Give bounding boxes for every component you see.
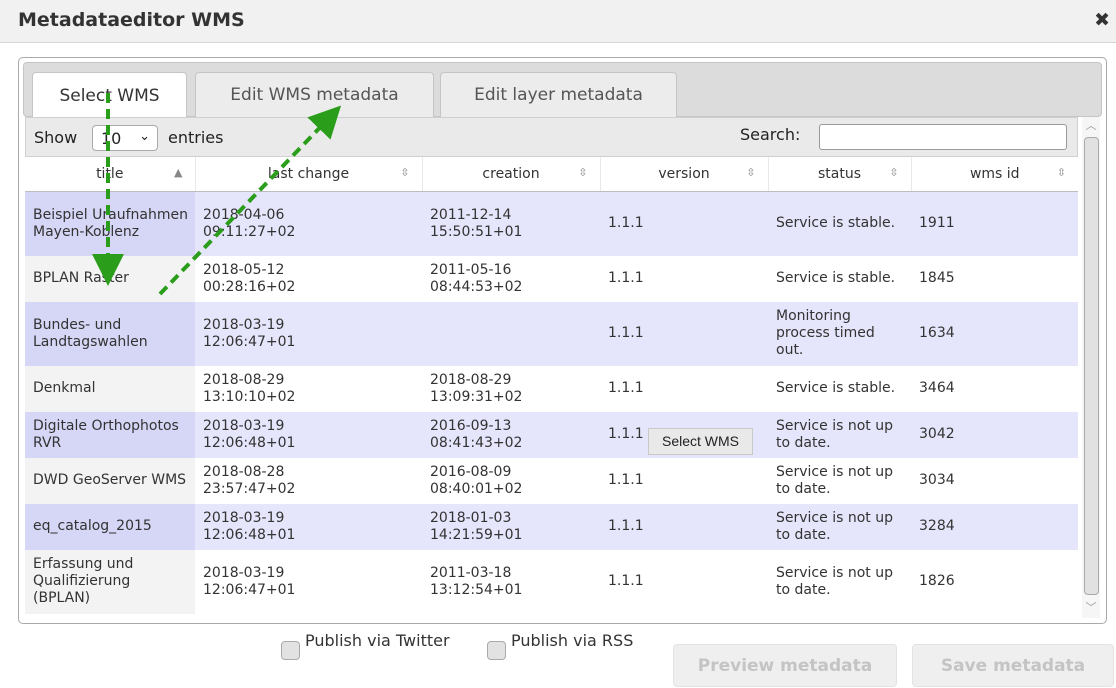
cell-creation: 2011-05-16 08:44:53+02 bbox=[422, 255, 600, 302]
tab-edit-wms-metadata[interactable]: Edit WMS metadata bbox=[195, 72, 434, 117]
sort-icon: ⇳ bbox=[400, 166, 410, 179]
cell-title: eq_catalog_2015 bbox=[25, 503, 195, 550]
entries-select[interactable]: 10 ⌄ bbox=[92, 125, 158, 151]
column-header-version[interactable]: version ⇳ bbox=[599, 157, 768, 192]
table-row[interactable]: Bundes- und Landtagswahlen 2018-03-19 12:0… bbox=[25, 301, 1078, 366]
cell-wms-id: 3034 bbox=[911, 457, 1078, 504]
cell-wms-id: 3042 bbox=[911, 411, 1078, 458]
column-header-status[interactable]: status ⇳ bbox=[767, 157, 911, 192]
cell-status: Monitoring process timed out. bbox=[768, 301, 911, 366]
entries-label: entries bbox=[168, 128, 224, 147]
cell-version: 1.1.1 bbox=[600, 503, 768, 550]
column-header-last-change[interactable]: last change ⇳ bbox=[194, 157, 422, 192]
cell-wms-id: 1911 bbox=[911, 191, 1078, 256]
close-icon[interactable]: ✖ bbox=[1094, 9, 1110, 31]
cell-wms-id: 3284 bbox=[911, 503, 1078, 550]
cell-status: Service is stable. bbox=[768, 255, 911, 302]
column-header-creation[interactable]: creation ⇳ bbox=[421, 157, 600, 192]
preview-metadata-button[interactable]: Preview metadata bbox=[673, 644, 897, 687]
cell-version: 1.1.1 bbox=[600, 191, 768, 256]
cell-status: Service is not up to date. bbox=[768, 411, 911, 458]
cell-wms-id: 1845 bbox=[911, 255, 1078, 302]
tab-bar: Select WMS Edit WMS metadata Edit layer … bbox=[23, 62, 1102, 118]
sort-asc-icon: ▲ bbox=[174, 166, 183, 179]
cell-creation: 2011-03-18 13:12:54+01 bbox=[422, 549, 600, 614]
sort-icon: ⇳ bbox=[889, 166, 899, 179]
cell-creation: 2016-09-13 08:41:43+02 bbox=[422, 411, 600, 458]
cell-status: Service is not up to date. bbox=[768, 549, 911, 614]
cell-creation: 2011-12-14 15:50:51+01 bbox=[422, 191, 600, 256]
cell-title: Beispiel Uraufnahmen Mayen-Koblenz bbox=[25, 191, 195, 256]
cell-last-change: 2018-05-12 00:28:16+02 bbox=[195, 255, 422, 302]
table-row[interactable]: BPLAN Raster 2018-05-12 00:28:16+02 2011-05… bbox=[25, 255, 1078, 302]
show-label: Show bbox=[34, 128, 78, 147]
table-controls: Show 10 ⌄ entries Search: bbox=[25, 117, 1078, 157]
table-scrollbar[interactable]: ︿ ﹀ bbox=[1082, 117, 1100, 618]
cell-version: 1.1.1 bbox=[600, 457, 768, 504]
dialog-title: Metadataeditor WMS bbox=[18, 9, 245, 31]
cell-wms-id: 1634 bbox=[911, 301, 1078, 366]
scroll-up-icon[interactable]: ︿ bbox=[1082, 117, 1100, 135]
cell-status: Service is not up to date. bbox=[768, 457, 911, 504]
cell-version: 1.1.1 bbox=[600, 549, 768, 614]
sort-icon: ⇳ bbox=[578, 166, 588, 179]
cell-last-change: 2018-08-29 13:10:10+02 bbox=[195, 365, 422, 412]
cell-last-change: 2018-08-28 23:57:47+02 bbox=[195, 457, 422, 504]
column-header-title[interactable]: title ▲ bbox=[25, 157, 195, 192]
cell-version: 1.1.1 bbox=[600, 301, 768, 366]
tab-select-wms[interactable]: Select WMS bbox=[32, 72, 187, 118]
wms-table: title ▲ last change ⇳ creation ⇳ version ⇳ s… bbox=[25, 157, 1078, 614]
select-wms-panel: Show 10 ⌄ entries Search: title ▲ last ch… bbox=[25, 117, 1078, 618]
save-metadata-button[interactable]: Save metadata bbox=[912, 644, 1114, 687]
cell-last-change: 2018-03-19 12:06:47+01 bbox=[195, 301, 422, 366]
search-input[interactable] bbox=[819, 124, 1067, 150]
cell-title: Digitale Orthophotos RVR bbox=[25, 411, 195, 458]
column-header-wms-id[interactable]: wms id ⇳ bbox=[910, 157, 1078, 192]
cell-status: Service is stable. bbox=[768, 191, 911, 256]
cell-creation: 2016-08-09 08:40:01+02 bbox=[422, 457, 600, 504]
tab-edit-layer-metadata[interactable]: Edit layer metadata bbox=[440, 72, 677, 117]
cell-last-change: 2018-03-19 12:06:48+01 bbox=[195, 503, 422, 550]
cell-title: Denkmal bbox=[25, 365, 195, 412]
sort-icon: ⇳ bbox=[1056, 166, 1066, 179]
cell-title: Bundes- und Landtagswahlen bbox=[25, 301, 195, 366]
publish-rss-label: Publish via RSS bbox=[511, 631, 634, 650]
table-row[interactable]: Denkmal 2018-08-29 13:10:10+02 2018-08-29 13… bbox=[25, 365, 1078, 412]
cell-last-change: 2018-03-19 12:06:47+01 bbox=[195, 549, 422, 614]
search-label: Search: bbox=[740, 125, 801, 144]
dialog-titlebar: Metadataeditor WMS ✖ bbox=[0, 0, 1116, 43]
cell-title: BPLAN Raster bbox=[25, 255, 195, 302]
tooltip: Select WMS bbox=[648, 428, 753, 455]
cell-wms-id: 3464 bbox=[911, 365, 1078, 412]
table-row[interactable]: Digitale Orthophotos RVR 2018-03-19 12:06:… bbox=[25, 411, 1078, 458]
publish-rss-checkbox[interactable] bbox=[487, 641, 506, 660]
scroll-thumb[interactable] bbox=[1084, 137, 1099, 595]
cell-status: Service is stable. bbox=[768, 365, 911, 412]
table-row[interactable]: eq_catalog_2015 2018-03-19 12:06:48+01 2018… bbox=[25, 503, 1078, 550]
cell-last-change: 2018-04-06 09:11:27+02 bbox=[195, 191, 422, 256]
cell-title: Erfassung und Qualifizierung (BPLAN) bbox=[25, 549, 195, 614]
cell-creation: 2018-01-03 14:21:59+01 bbox=[422, 503, 600, 550]
cell-creation: 2018-08-29 13:09:31+02 bbox=[422, 365, 600, 412]
scroll-down-icon[interactable]: ﹀ bbox=[1082, 599, 1100, 617]
cell-title: DWD GeoServer WMS bbox=[25, 457, 195, 504]
cell-creation bbox=[422, 301, 600, 366]
chevron-down-icon: ⌄ bbox=[139, 129, 150, 144]
cell-status: Service is not up to date. bbox=[768, 503, 911, 550]
table-row[interactable]: DWD GeoServer WMS 2018-08-28 23:57:47+02 20… bbox=[25, 457, 1078, 504]
sort-icon: ⇳ bbox=[746, 166, 756, 179]
table-row[interactable]: Erfassung und Qualifizierung (BPLAN) 2018… bbox=[25, 549, 1078, 614]
tab-widget: Select WMS Edit WMS metadata Edit layer … bbox=[18, 57, 1107, 624]
cell-last-change: 2018-03-19 12:06:48+01 bbox=[195, 411, 422, 458]
table-row[interactable]: Beispiel Uraufnahmen Mayen-Koblenz 2018-0… bbox=[25, 191, 1078, 256]
cell-wms-id: 1826 bbox=[911, 549, 1078, 614]
cell-version: 1.1.1 bbox=[600, 255, 768, 302]
entries-select-value: 10 bbox=[101, 129, 122, 148]
publish-twitter-checkbox[interactable] bbox=[281, 641, 300, 660]
cell-version: 1.1.1 bbox=[600, 365, 768, 412]
table-header-row: title ▲ last change ⇳ creation ⇳ version ⇳ s… bbox=[25, 157, 1078, 192]
publish-twitter-label: Publish via Twitter bbox=[305, 631, 450, 650]
